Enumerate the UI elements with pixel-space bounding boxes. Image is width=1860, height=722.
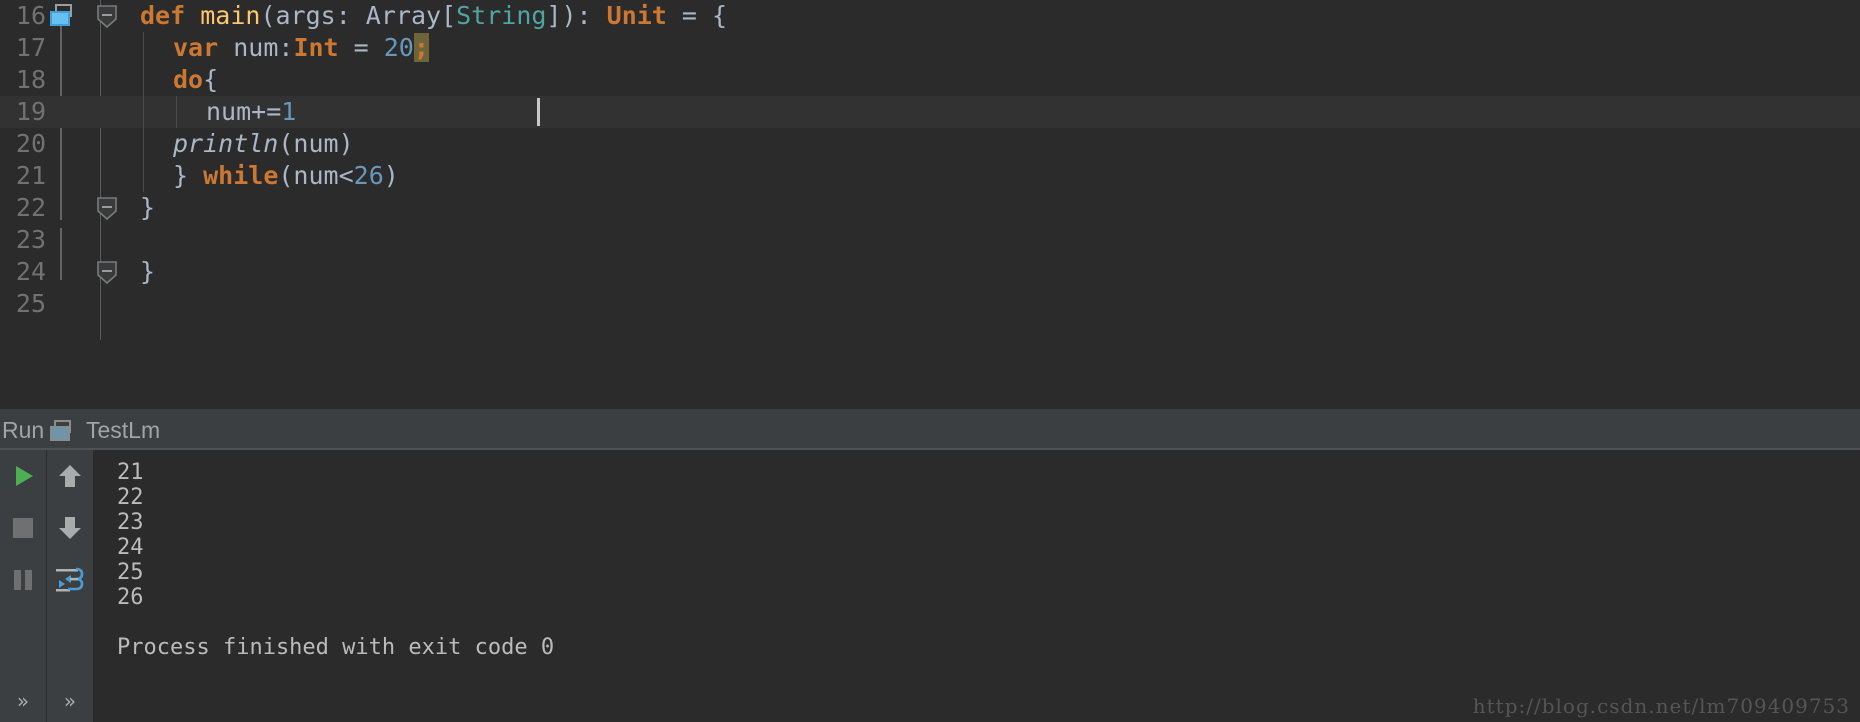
editor-line[interactable]: 23 <box>0 224 1860 256</box>
line-number: 16 <box>15 1 46 30</box>
run-label: Run <box>2 417 45 443</box>
code-token: def <box>140 1 201 30</box>
code-token: = { <box>666 1 728 30</box>
console-line: 26 <box>117 585 144 610</box>
line-code: num+=1 <box>140 96 296 128</box>
run-toolbar-left: » <box>0 450 46 722</box>
editor-line[interactable]: 21} while(num<26) <box>0 160 1860 192</box>
code-token: } <box>140 257 156 286</box>
code-token: String <box>456 1 547 30</box>
code-token: num: <box>233 33 294 62</box>
code-token: do <box>173 65 204 94</box>
line-number: 22 <box>15 193 46 222</box>
console-line: 23 <box>117 510 144 535</box>
editor-line[interactable]: 17 var num:Int = 20; <box>0 32 1860 64</box>
console-line: 24 <box>117 535 144 560</box>
code-token: (num< <box>278 161 354 190</box>
console-output[interactable]: 21 22 23 24 25 26 Process finished with exit … <box>95 450 1860 722</box>
gutter-icons <box>46 32 121 64</box>
editor-lines: 16 def main(args: Array[String]): Unit = … <box>0 0 1860 320</box>
gutter-icons <box>46 160 121 192</box>
watermark: http://blog.csdn.net/lm709409753 <box>1472 694 1850 718</box>
editor-line[interactable]: 25 <box>0 288 1860 320</box>
arrow-down-button[interactable] <box>47 502 93 554</box>
code-token: (args: Array[ <box>260 1 457 30</box>
line-number: 21 <box>15 161 46 190</box>
expand-left-button[interactable]: » <box>0 684 46 718</box>
console-line: 21 <box>117 460 144 485</box>
line-code: } <box>140 192 155 224</box>
fold-collapse-icon[interactable] <box>96 259 118 285</box>
run-configuration-icon <box>50 420 76 442</box>
gutter-icons <box>46 96 121 128</box>
run-tool-window: Run TestLm » » 21 22 23 24 25 26 Process… <box>0 408 1860 722</box>
code-token: 26 <box>353 161 384 190</box>
code-token: main <box>200 1 261 30</box>
arrow-up-button[interactable] <box>47 450 93 502</box>
line-code: do{ <box>140 64 218 96</box>
code-token: Int <box>293 33 339 62</box>
gutter-icons <box>46 0 121 32</box>
line-code: println(num) <box>140 128 354 160</box>
code-token: println <box>173 129 279 158</box>
line-number: 17 <box>15 33 46 62</box>
rerun-button[interactable] <box>0 450 46 502</box>
editor-line[interactable]: 18 do{ <box>0 64 1860 96</box>
line-number: 19 <box>15 97 46 126</box>
code-token: { <box>203 65 219 94</box>
run-toolbar-right: » <box>47 450 93 722</box>
line-code: } <box>140 256 155 288</box>
text-caret <box>537 98 540 126</box>
console-line: Process finished with exit code 0 <box>117 635 555 660</box>
run-configuration-icon[interactable] <box>50 4 78 28</box>
code-token: ; <box>413 33 429 62</box>
gutter-icons <box>46 128 121 160</box>
fold-collapse-icon[interactable] <box>96 195 118 221</box>
code-token: } <box>173 161 204 190</box>
line-number: 18 <box>15 65 46 94</box>
gutter-icons <box>46 288 121 320</box>
run-configuration-name: TestLm <box>86 417 161 443</box>
gutter-icons <box>46 224 121 256</box>
code-token: 20 <box>383 33 414 62</box>
line-number: 20 <box>15 129 46 158</box>
editor-line[interactable]: 22} <box>0 192 1860 224</box>
line-code: } while(num<26) <box>140 160 399 192</box>
editor-line[interactable]: 20 println(num) <box>0 128 1860 160</box>
editor-line[interactable]: 16 def main(args: Array[String]): Unit = … <box>0 0 1860 32</box>
stop-button[interactable] <box>0 502 46 554</box>
code-token: var <box>173 33 234 62</box>
code-token: ]): <box>546 1 607 30</box>
editor-line[interactable]: 19 num+=1 <box>0 96 1860 128</box>
code-editor[interactable]: 16 def main(args: Array[String]): Unit = … <box>0 0 1860 408</box>
line-number: 25 <box>15 289 46 318</box>
ide-window: 16 def main(args: Array[String]): Unit = … <box>0 0 1860 722</box>
line-number: 23 <box>15 225 46 254</box>
code-token: = <box>338 33 384 62</box>
run-tool-window-header[interactable]: Run TestLm <box>0 408 1860 450</box>
expand-right-button[interactable]: » <box>47 684 93 718</box>
soft-wrap-button[interactable] <box>47 554 93 606</box>
line-number: 24 <box>15 257 46 286</box>
code-token: while <box>203 161 279 190</box>
fold-collapse-icon[interactable] <box>96 3 118 29</box>
gutter-icons <box>46 192 121 224</box>
code-token: ) <box>383 161 399 190</box>
line-code: def main(args: Array[String]): Unit = { <box>140 0 727 32</box>
editor-line[interactable]: 24} <box>0 256 1860 288</box>
code-token: } <box>140 193 156 222</box>
pause-button[interactable] <box>0 554 46 606</box>
gutter-icons <box>46 64 121 96</box>
console-line: 25 <box>117 560 144 585</box>
code-token: num+= <box>206 97 282 126</box>
console-line: 22 <box>117 485 144 510</box>
code-token: (num) <box>278 129 354 158</box>
run-tool-window-body: » » 21 22 23 24 25 26 Process finished w… <box>0 450 1860 722</box>
code-token: 1 <box>281 97 297 126</box>
code-token: Unit <box>606 1 667 30</box>
line-code: var num:Int = 20; <box>140 32 429 64</box>
gutter-icons <box>46 256 121 288</box>
